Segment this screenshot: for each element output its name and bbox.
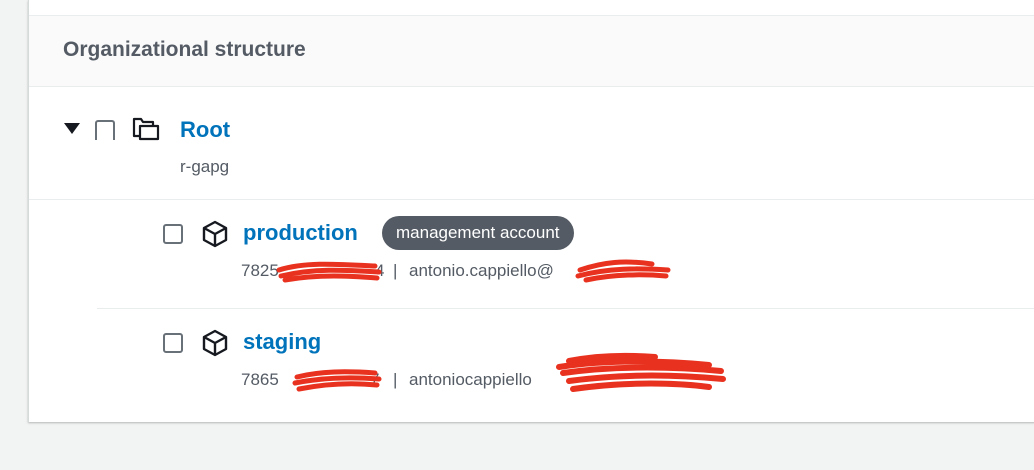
- root-link[interactable]: Root: [180, 117, 230, 143]
- root-checkbox[interactable]: [95, 120, 115, 140]
- production-separator: |: [393, 261, 398, 280]
- folder-stack-icon: [132, 117, 160, 141]
- organizational-structure-panel: Organizational structure Root r-gapg pro…: [28, 0, 1034, 422]
- account-cube-icon: [202, 220, 228, 248]
- production-account-id-start: 7825: [241, 261, 279, 280]
- production-email: antonio.cappiello@: [409, 261, 554, 280]
- tree-row-root: Root r-gapg: [29, 87, 1034, 200]
- production-link[interactable]: production: [243, 220, 358, 246]
- staging-checkbox[interactable]: [163, 333, 183, 353]
- redaction-scribble: [276, 261, 382, 283]
- section-title: Organizational structure: [63, 38, 306, 61]
- account-cube-icon: [202, 329, 228, 357]
- staging-separator: |: [393, 370, 398, 389]
- root-id: r-gapg: [180, 157, 230, 176]
- production-checkbox[interactable]: [163, 224, 183, 244]
- staging-account-id-start: 7865: [241, 370, 279, 389]
- management-account-badge: management account: [382, 216, 574, 250]
- caret-down-icon[interactable]: [64, 123, 80, 134]
- redaction-scribble: [556, 352, 726, 392]
- staging-email: antoniocappiello: [409, 370, 532, 389]
- redaction-scribble: [575, 259, 671, 283]
- tree-row-staging: staging 7865 7 | antoniocappiello: [29, 309, 1034, 421]
- redaction-scribble: [292, 369, 382, 392]
- staging-link[interactable]: staging: [243, 329, 321, 355]
- section-header: Organizational structure: [29, 16, 1034, 87]
- panel-top-strip: [29, 0, 1034, 16]
- tree-row-production: production management account 7825 4 | a…: [29, 200, 1034, 308]
